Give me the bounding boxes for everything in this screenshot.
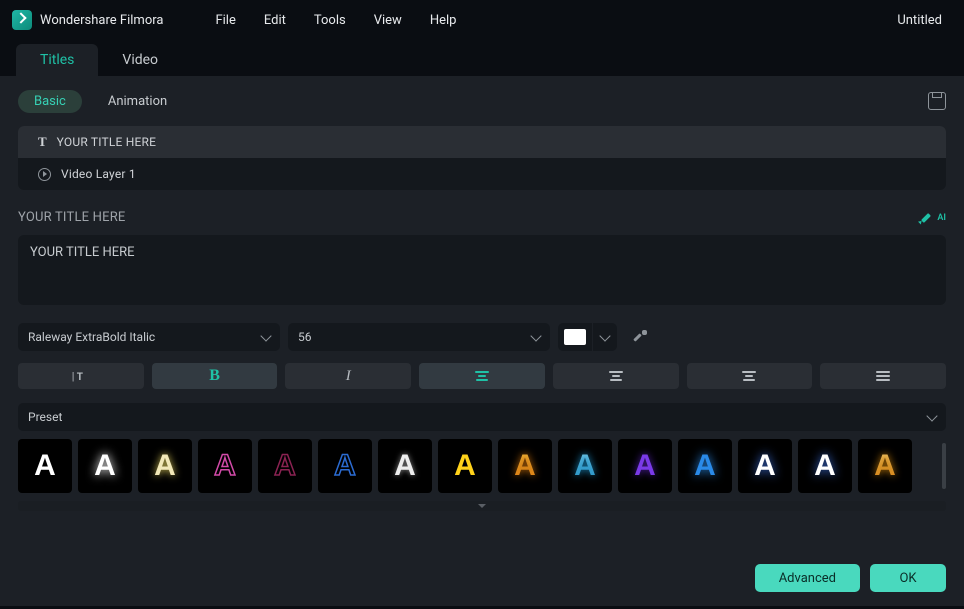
preset-glyph: A — [94, 449, 116, 483]
preset-grid: AAAAAAAAAAAAAAA — [18, 439, 946, 493]
font-size-select[interactable]: 56 — [288, 323, 550, 351]
preset-tile[interactable]: A — [18, 439, 72, 493]
ai-label: AI — [937, 213, 946, 223]
align-center-accent-button[interactable] — [419, 363, 545, 389]
layer-label: Video Layer 1 — [61, 167, 136, 181]
sub-tabs-row: Basic Animation — [18, 86, 946, 116]
primary-tabs: TitlesVideo — [0, 40, 964, 76]
app-logo-icon — [12, 10, 32, 30]
text-layer-icon: T — [38, 134, 47, 150]
footer-buttons: Advanced OK — [755, 564, 946, 592]
preset-glyph: A — [454, 449, 476, 483]
app-name: Wondershare Filmora — [40, 13, 163, 28]
chevron-down-icon — [926, 410, 937, 421]
preset-tile[interactable]: A — [138, 439, 192, 493]
bold-button[interactable]: B — [152, 363, 278, 389]
spacing-icon — [78, 370, 84, 383]
resize-handle[interactable] — [18, 501, 946, 511]
character-spacing-button[interactable] — [18, 363, 144, 389]
save-preset-icon[interactable] — [928, 92, 946, 110]
chevron-down-icon — [260, 330, 271, 341]
menu-help[interactable]: Help — [416, 13, 471, 28]
menu-tools[interactable]: Tools — [300, 13, 360, 28]
font-color-picker — [558, 323, 617, 351]
italic-icon: I — [346, 368, 351, 385]
preset-tile[interactable]: A — [858, 439, 912, 493]
title-heading: YOUR TITLE HERE — [18, 210, 126, 225]
subtab-animation[interactable]: Animation — [92, 90, 183, 113]
preset-glyph: A — [34, 449, 56, 483]
preset-glyph: A — [874, 449, 896, 483]
font-family-select[interactable]: Raleway ExtraBold Italic — [18, 323, 280, 351]
preset-tile[interactable]: A — [378, 439, 432, 493]
preset-tile[interactable]: A — [78, 439, 132, 493]
bold-icon: B — [209, 367, 220, 385]
preset-tile[interactable]: A — [318, 439, 372, 493]
layer-row[interactable]: Video Layer 1 — [18, 158, 946, 190]
preset-label: Preset — [28, 410, 62, 424]
preset-glyph: A — [154, 449, 176, 483]
align-center-2-button[interactable] — [687, 363, 813, 389]
font-family-value: Raleway ExtraBold Italic — [28, 330, 155, 344]
color-dropdown-button[interactable] — [593, 323, 617, 351]
layer-label: YOUR TITLE HERE — [57, 135, 156, 149]
align-center-button[interactable] — [553, 363, 679, 389]
preset-glyph: A — [394, 449, 416, 483]
align-center-icon — [742, 371, 756, 381]
menubar: Wondershare Filmora FileEditToolsViewHel… — [0, 0, 964, 40]
triangle-down-icon — [478, 504, 486, 508]
preset-glyph: A — [574, 449, 596, 483]
align-center-icon — [609, 371, 623, 381]
heading-row: YOUR TITLE HERE AI — [18, 204, 946, 235]
preset-glyph: A — [694, 449, 716, 483]
menu-edit[interactable]: Edit — [250, 13, 300, 28]
format-toolbar: B I — [18, 363, 946, 389]
preset-glyph: A — [274, 449, 296, 483]
preset-tile[interactable]: A — [198, 439, 252, 493]
chevron-down-icon — [599, 330, 610, 341]
align-justify-button[interactable] — [820, 363, 946, 389]
italic-button[interactable]: I — [285, 363, 411, 389]
font-controls-row: Raleway ExtraBold Italic 56 — [18, 323, 946, 351]
subtab-basic[interactable]: Basic — [18, 90, 82, 113]
preset-select[interactable]: Preset — [18, 403, 946, 431]
layer-row[interactable]: T YOUR TITLE HERE — [18, 126, 946, 158]
preset-tile[interactable]: A — [558, 439, 612, 493]
preset-tile[interactable]: A — [678, 439, 732, 493]
font-size-value: 56 — [298, 330, 312, 344]
tab-titles[interactable]: Titles — [16, 44, 98, 76]
color-swatch — [564, 329, 586, 345]
preset-glyph: A — [814, 449, 836, 483]
layers-list: T YOUR TITLE HERE Video Layer 1 — [18, 126, 946, 190]
tab-video[interactable]: Video — [98, 44, 182, 76]
document-title: Untitled — [897, 13, 952, 28]
align-center-icon — [475, 371, 489, 381]
preset-tile[interactable]: A — [258, 439, 312, 493]
preset-tile[interactable]: A — [738, 439, 792, 493]
menu-view[interactable]: View — [360, 13, 416, 28]
preset-tile[interactable]: A — [618, 439, 672, 493]
preset-glyph: A — [754, 449, 776, 483]
preset-glyph: A — [634, 449, 656, 483]
title-text-input[interactable] — [18, 235, 946, 305]
pencil-icon — [921, 211, 935, 225]
ok-button[interactable]: OK — [870, 564, 946, 592]
scrollbar[interactable] — [942, 443, 946, 489]
color-swatch-button[interactable] — [558, 323, 592, 351]
chevron-down-icon — [530, 330, 541, 341]
ai-edit-button[interactable]: AI — [921, 211, 946, 225]
preset-tile[interactable]: A — [438, 439, 492, 493]
menu-file[interactable]: File — [201, 13, 249, 28]
eyedropper-icon[interactable] — [631, 329, 647, 345]
preset-glyph: A — [514, 449, 536, 483]
preset-tile[interactable]: A — [798, 439, 852, 493]
preset-glyph: A — [214, 449, 236, 483]
editor-panel: Basic Animation T YOUR TITLE HERE Video Lay… — [0, 76, 964, 606]
preset-tile[interactable]: A — [498, 439, 552, 493]
advanced-button[interactable]: Advanced — [755, 564, 860, 592]
video-layer-icon — [38, 168, 51, 181]
align-justify-icon — [876, 371, 890, 381]
preset-glyph: A — [334, 449, 356, 483]
